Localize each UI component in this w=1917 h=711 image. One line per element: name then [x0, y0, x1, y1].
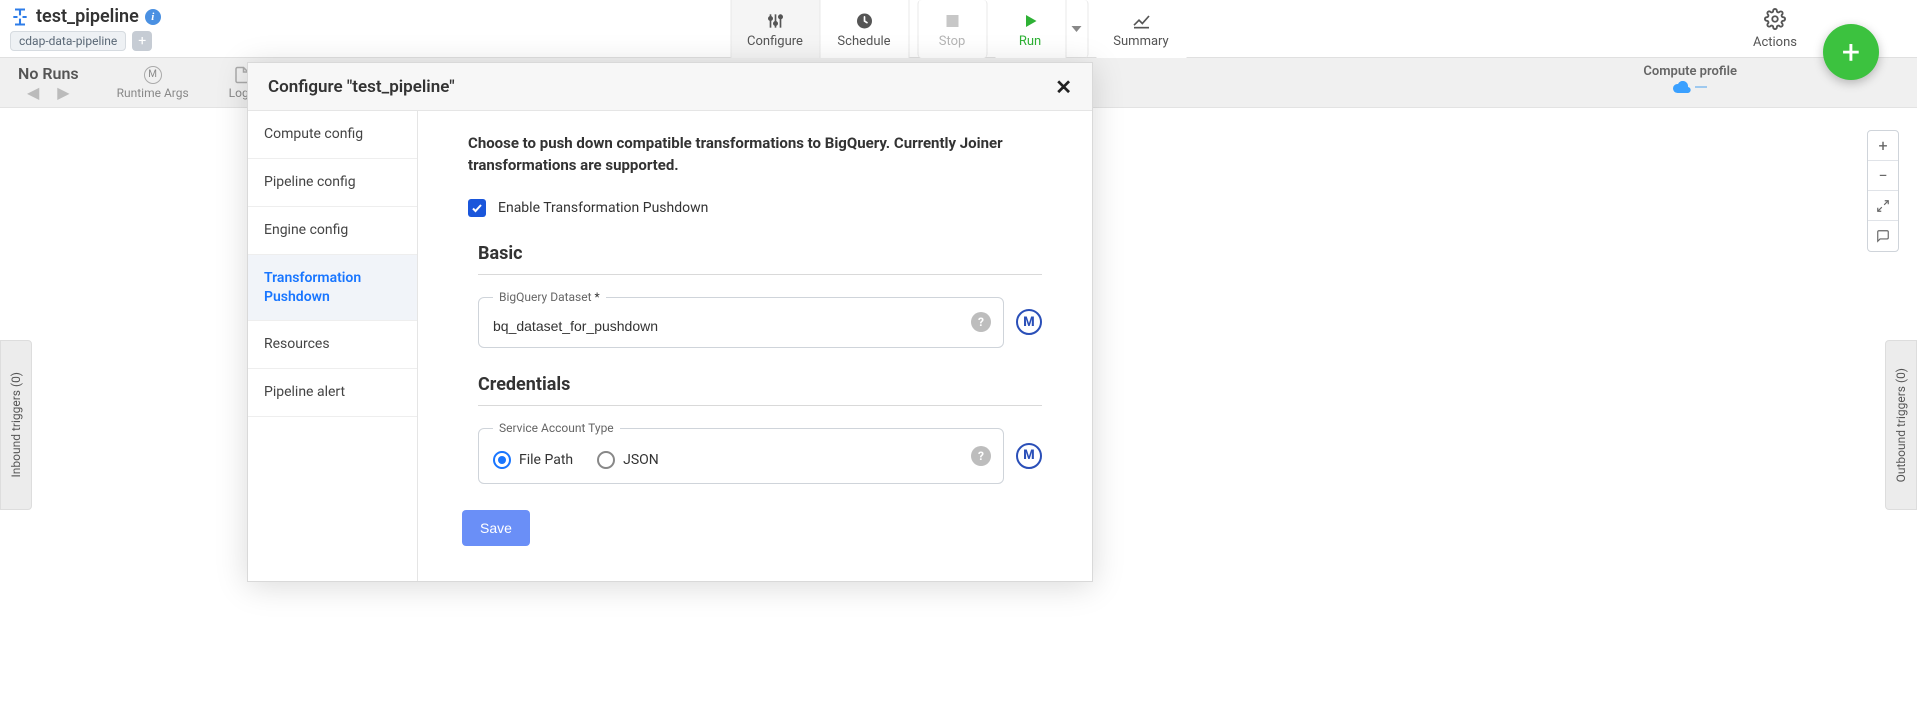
prev-run-button[interactable]: ◀	[27, 83, 39, 102]
bq-dataset-field-box: BigQuery Dataset* ?	[478, 297, 1004, 348]
configure-button[interactable]: Configure	[730, 0, 820, 58]
run-button[interactable]: Run	[995, 0, 1065, 58]
add-tag-button[interactable]: +	[132, 31, 152, 51]
clock-icon	[854, 10, 874, 32]
bq-dataset-input[interactable]	[493, 318, 963, 334]
enable-pushdown-row: Enable Transformation Pushdown	[468, 199, 1042, 217]
macro-button[interactable]: M	[1016, 309, 1042, 335]
enable-pushdown-checkbox[interactable]	[468, 199, 486, 217]
divider	[478, 274, 1042, 275]
no-runs-label: No Runs	[18, 64, 79, 83]
radio-json-label: JSON	[623, 452, 659, 468]
bq-dataset-label: BigQuery Dataset*	[493, 290, 606, 304]
next-run-button[interactable]: ▶	[57, 83, 69, 102]
schedule-label: Schedule	[837, 34, 890, 49]
radio-file-path-label: File Path	[519, 452, 573, 468]
fit-screen-button[interactable]	[1868, 191, 1898, 221]
top-bar: test_pipeline i cdap-data-pipeline + Con…	[0, 0, 1917, 58]
topbar-right: Actions	[1753, 0, 1797, 58]
title-block: test_pipeline i cdap-data-pipeline +	[0, 0, 171, 55]
chart-icon	[1131, 10, 1151, 32]
summary-label: Summary	[1113, 34, 1168, 49]
outbound-triggers-tab[interactable]: Outbound triggers (0)	[1885, 340, 1917, 510]
zoom-controls: + −	[1867, 130, 1899, 252]
play-icon	[1021, 10, 1039, 32]
compute-profile-label: Compute profile	[1643, 64, 1737, 79]
service-account-type-row: Service Account Type File Path JSON	[478, 428, 1042, 484]
service-account-type-label: Service Account Type	[493, 421, 620, 435]
sidebar-item-engine-config[interactable]: Engine config	[248, 207, 417, 255]
modal-body: Compute config Pipeline config Engine co…	[248, 111, 1092, 581]
pushdown-description: Choose to push down compatible transform…	[468, 133, 1042, 177]
radio-json[interactable]: JSON	[597, 451, 659, 469]
radio-circle-icon	[493, 451, 511, 469]
tag-row: cdap-data-pipeline +	[10, 31, 161, 51]
modal-header: Configure "test_pipeline" ✕	[248, 63, 1092, 111]
basic-section-title: Basic	[478, 243, 1042, 264]
runtime-args-label: Runtime Args	[117, 86, 189, 100]
plus-icon: +	[1842, 33, 1860, 71]
title-row: test_pipeline i	[10, 6, 161, 27]
zoom-in-button[interactable]: +	[1868, 131, 1898, 161]
sidebar-item-resources[interactable]: Resources	[248, 321, 417, 369]
add-fab-button[interactable]: +	[1823, 24, 1879, 80]
toolbar-center: Configure Schedule Stop Run	[731, 0, 1186, 58]
modal-content: Choose to push down compatible transform…	[418, 111, 1092, 581]
actions-button[interactable]: Actions	[1753, 8, 1797, 50]
macro-button[interactable]: M	[1016, 443, 1042, 469]
enable-pushdown-label: Enable Transformation Pushdown	[498, 200, 708, 216]
bq-dataset-field-row: BigQuery Dataset* ? M	[478, 297, 1042, 348]
run-caret-button[interactable]	[1065, 0, 1087, 58]
macro-m-icon: M	[144, 66, 162, 84]
radio-file-path[interactable]: File Path	[493, 451, 573, 469]
outbound-triggers-label: Outbound triggers (0)	[1894, 368, 1908, 482]
sidebar-item-compute-config[interactable]: Compute config	[248, 111, 417, 159]
service-account-type-box: Service Account Type File Path JSON	[478, 428, 1004, 484]
help-icon[interactable]: ?	[971, 446, 991, 466]
sidebar-item-pipeline-alert[interactable]: Pipeline alert	[248, 369, 417, 417]
help-icon[interactable]: ?	[971, 312, 991, 332]
configure-label: Configure	[747, 34, 803, 49]
credentials-section-title: Credentials	[478, 374, 1042, 395]
schedule-button[interactable]: Schedule	[819, 0, 909, 58]
actions-label: Actions	[1753, 35, 1797, 50]
pipeline-title: test_pipeline	[36, 6, 139, 27]
runtime-args-button[interactable]: M Runtime Args	[97, 58, 209, 108]
runs-nav: ◀ ▶	[27, 83, 70, 102]
stop-label: Stop	[939, 34, 966, 49]
pipeline-type-tag[interactable]: cdap-data-pipeline	[10, 31, 126, 51]
divider	[478, 405, 1042, 406]
modal-title: Configure "test_pipeline"	[268, 77, 455, 97]
stop-icon	[944, 10, 960, 32]
modal-close-button[interactable]: ✕	[1055, 75, 1072, 99]
comment-button[interactable]	[1868, 221, 1898, 251]
sidebar-item-transformation-pushdown[interactable]: Transformation Pushdown	[248, 255, 417, 322]
compute-profile[interactable]: Compute profile	[1643, 64, 1737, 93]
zoom-out-button[interactable]: −	[1868, 161, 1898, 191]
cloud-icon	[1673, 81, 1707, 93]
run-button-group: Run	[995, 0, 1088, 58]
modal-sidebar: Compute config Pipeline config Engine co…	[248, 111, 418, 581]
gear-icon	[1764, 8, 1786, 35]
service-account-type-radios: File Path JSON	[493, 449, 963, 469]
app-logo-icon	[10, 7, 30, 27]
runs-block: No Runs ◀ ▶	[0, 60, 97, 106]
inbound-triggers-tab[interactable]: Inbound triggers (0)	[0, 340, 32, 510]
sidebar-item-pipeline-config[interactable]: Pipeline config	[248, 159, 417, 207]
configure-modal: Configure "test_pipeline" ✕ Compute conf…	[247, 62, 1093, 582]
sliders-icon	[765, 10, 785, 32]
summary-button[interactable]: Summary	[1096, 0, 1186, 58]
save-button[interactable]: Save	[462, 510, 530, 546]
info-icon[interactable]: i	[145, 9, 161, 25]
inbound-triggers-label: Inbound triggers (0)	[9, 372, 23, 477]
stop-button: Stop	[917, 0, 987, 58]
radio-circle-icon	[597, 451, 615, 469]
run-label: Run	[1019, 34, 1041, 49]
